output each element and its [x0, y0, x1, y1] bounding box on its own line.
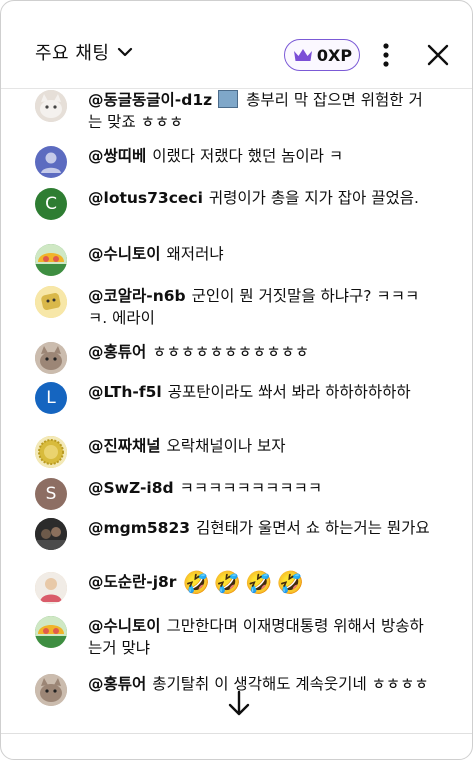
author-name[interactable]: @코알라-n6b — [88, 287, 186, 305]
avatar[interactable]: C — [35, 188, 67, 220]
photo-icon — [35, 572, 67, 604]
author-name[interactable]: @LTh-f5l — [88, 383, 162, 401]
rolling-laughing-emoji: 🤣 — [182, 571, 210, 596]
chat-message-list[interactable]: @동글동글이-d1z 총부리 막 잡으면 위험한 거는 맞죠 ㅎㅎㅎ @쌍띠베 이랬… — [1, 89, 472, 749]
message-text: 이랬다 저랬다 했던 놈이라 ㅋ — [152, 147, 344, 165]
author-name[interactable]: @도순란-j8r — [88, 573, 176, 591]
toy-photo-icon — [35, 616, 67, 648]
divider — [1, 733, 472, 734]
avatar[interactable] — [35, 436, 67, 468]
author-name[interactable]: @lotus73ceci — [88, 189, 203, 207]
message-text: 귀령이가 총을 지가 잡아 끌었음. — [208, 189, 419, 207]
message-text: 왜저러냐 — [166, 245, 224, 263]
chat-message: @mgm5823 김현태가 울면서 쇼 하는거는 뭔가요 — [35, 517, 455, 550]
chat-message: @쌍띠베 이랬다 저랬다 했던 놈이라 ㅋ — [35, 145, 455, 178]
chat-message: @코알라-n6b 군인이 뭔 거짓말을 하냐구? ㅋㅋㅋㅋ. 에라이 — [35, 285, 455, 329]
chat-message: L @LTh-f5l 공포탄이라도 쏴서 봐라 하하하하하하 — [35, 381, 455, 414]
author-name[interactable]: @쌍띠베 — [88, 147, 146, 165]
cat-photo-icon — [35, 90, 67, 122]
crown-icon — [293, 49, 312, 61]
chat-message: @수니토이 왜저러냐 — [35, 243, 455, 276]
author-name[interactable]: @mgm5823 — [88, 519, 190, 537]
toy-photo-icon — [35, 244, 67, 276]
chat-title: 주요 채팅 — [35, 43, 110, 64]
chat-message: @도순란-j8r 🤣 🤣 🤣 🤣 — [35, 571, 455, 604]
rolling-laughing-emoji: 🤣 — [213, 571, 242, 596]
chat-message: @진짜채널 오락채널이나 보자 — [35, 435, 455, 468]
cartoon-icon — [35, 286, 67, 318]
dark-photo-icon — [35, 518, 67, 550]
xp-label: 0XP — [316, 45, 353, 65]
avatar-letter: L — [46, 388, 56, 408]
message-text: 공포탄이라도 쏴서 봐라 하하하하하하 — [167, 383, 411, 401]
chat-message: @동글동글이-d1z 총부리 막 잡으면 위험한 거는 맞죠 ㅎㅎㅎ — [35, 89, 455, 133]
close-icon[interactable] — [426, 43, 450, 67]
more-options-icon[interactable] — [374, 41, 398, 69]
avatar-letter: S — [45, 484, 57, 504]
avatar[interactable] — [35, 90, 67, 122]
author-name[interactable]: @수니토이 — [88, 245, 161, 263]
author-name[interactable]: @진짜채널 — [88, 437, 161, 455]
avatar[interactable]: S — [35, 478, 67, 510]
avatar[interactable] — [35, 572, 67, 604]
avatar[interactable] — [35, 244, 67, 276]
avatar[interactable] — [35, 146, 67, 178]
chat-message: @홍튜어 ㅎㅎㅎㅎㅎㅎㅎㅎㅎㅎㅎ — [35, 341, 455, 374]
avatar[interactable] — [35, 518, 67, 550]
message-text: ㅎㅎㅎㅎㅎㅎㅎㅎㅎㅎㅎ — [152, 343, 310, 361]
chat-message: S @SwZ-i8d ㅋㅋㅋㅋㅋㅋㅋㅋㅋㅋ — [35, 477, 455, 510]
xp-badge-button[interactable]: 0XP — [284, 39, 360, 71]
author-name[interactable]: @동글동글이-d1z — [88, 91, 212, 109]
chat-mode-dropdown[interactable]: 주요 채팅 — [35, 39, 135, 65]
message-text: ㅋㅋㅋㅋㅋㅋㅋㅋㅋㅋ — [179, 479, 323, 497]
person-icon — [41, 152, 61, 173]
author-name[interactable]: @SwZ-i8d — [88, 479, 174, 497]
author-name[interactable]: @홍튜어 — [88, 675, 146, 693]
avatar[interactable] — [35, 674, 67, 706]
avatar[interactable] — [35, 286, 67, 318]
avatar[interactable] — [35, 616, 67, 648]
avatar[interactable] — [35, 342, 67, 374]
chat-header: 주요 채팅 0XP — [1, 1, 472, 89]
rolling-laughing-emoji: 🤣 — [245, 571, 273, 596]
chat-message: @수니토이 그만한다며 이재명대통령 위해서 방송하는거 맞냐 — [35, 615, 455, 659]
sticker-icon — [218, 90, 239, 108]
message-text: 총기탈취 이 생각해도 계속웃기네 ㅎㅎㅎㅎ — [152, 675, 429, 693]
avatar-letter: C — [45, 194, 57, 214]
cat-photo-icon — [35, 342, 67, 374]
message-text: 김현태가 울면서 쇼 하는거는 뭔가요 — [196, 519, 430, 537]
avatar[interactable]: L — [35, 382, 67, 414]
seal-badge-icon — [35, 436, 67, 468]
message-text: 오락채널이나 보자 — [166, 437, 286, 455]
chat-message: C @lotus73ceci 귀령이가 총을 지가 잡아 끌었음. — [35, 187, 455, 220]
author-name[interactable]: @수니토이 — [88, 617, 161, 635]
live-chat-panel: 주요 채팅 0XP @동글동글이-d1z 총부리 막 잡으면 위험한 거는 맞죠… — [0, 0, 473, 760]
author-name[interactable]: @홍튜어 — [88, 343, 146, 361]
chevron-down-icon — [118, 47, 133, 57]
rolling-laughing-emoji: 🤣 — [276, 571, 305, 596]
cat-photo-icon — [35, 674, 67, 706]
scroll-down-arrow-icon[interactable] — [226, 689, 252, 719]
